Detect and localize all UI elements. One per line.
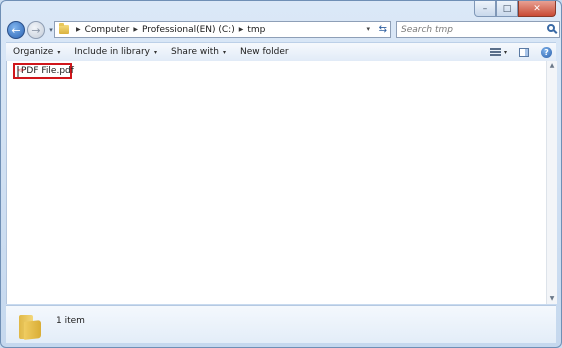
view-controls: ▾ ? (489, 43, 556, 61)
new-folder-label: New folder (239, 47, 289, 57)
scroll-down-icon[interactable]: ▼ (547, 294, 557, 304)
breadcrumb-separator[interactable]: ▶ (76, 26, 81, 33)
include-in-library-button[interactable]: Include in library ▾ (67, 44, 164, 60)
change-view-icon[interactable] (489, 47, 501, 57)
organize-label: Organize (13, 47, 54, 57)
scroll-up-icon[interactable]: ▲ (547, 61, 557, 71)
pdf-file-icon (17, 65, 25, 77)
navigation-bar: ← → ▾ ▶ Computer ▶ Professional(EN) (C:)… (7, 19, 560, 41)
include-in-library-label: Include in library (74, 47, 150, 57)
breadcrumb-separator[interactable]: ▶ (133, 26, 138, 33)
share-with-label: Share with (171, 47, 219, 57)
caption-buttons: – □ ✕ (474, 1, 556, 17)
details-pane: 1 item (6, 305, 556, 343)
chevron-down-icon: ▾ (154, 48, 158, 56)
chevron-down-icon: ▾ (57, 48, 61, 56)
item-count: 1 item (56, 316, 85, 326)
maximize-button[interactable]: □ (496, 1, 518, 17)
breadcrumb-tmp[interactable]: tmp (247, 25, 265, 35)
view-options-dropdown[interactable]: ▾ (504, 49, 507, 56)
file-name[interactable]: PDF File.pdf (21, 66, 74, 76)
vertical-scrollbar[interactable]: ▲ ▼ (546, 61, 557, 304)
search-input[interactable] (401, 24, 539, 35)
breadcrumb-computer[interactable]: Computer (85, 25, 130, 35)
breadcrumb-separator[interactable]: ▶ (239, 26, 244, 33)
share-with-button[interactable]: Share with ▾ (164, 44, 233, 60)
refresh-icon[interactable]: ⇆ (379, 22, 387, 37)
preview-pane-icon[interactable] (519, 47, 529, 57)
back-button[interactable]: ← (7, 21, 25, 39)
organize-button[interactable]: Organize ▾ (6, 44, 67, 60)
search-box[interactable] (396, 21, 560, 38)
folder-icon (19, 313, 41, 340)
file-list-area[interactable]: PDF File.pdf (6, 61, 546, 304)
breadcrumb-drive-c[interactable]: Professional(EN) (C:) (142, 25, 235, 35)
explorer-window: – □ ✕ ← → ▾ ▶ Computer ▶ Professional(EN… (0, 0, 562, 348)
minimize-button[interactable]: – (474, 1, 496, 17)
file-item-pdf[interactable]: PDF File.pdf (13, 63, 74, 79)
new-folder-button[interactable]: New folder (233, 44, 296, 60)
help-icon[interactable]: ? (541, 46, 552, 58)
folder-icon (59, 23, 69, 34)
search-icon[interactable] (547, 24, 555, 32)
address-bar[interactable]: ▶ Computer ▶ Professional(EN) (C:) ▶ tmp… (54, 21, 391, 38)
address-dropdown-icon[interactable]: ▾ (366, 22, 370, 37)
chevron-down-icon: ▾ (222, 48, 226, 56)
command-bar: Organize ▾ Include in library ▾ Share wi… (6, 42, 556, 62)
close-button[interactable]: ✕ (518, 1, 556, 17)
forward-button[interactable]: → (27, 21, 45, 39)
